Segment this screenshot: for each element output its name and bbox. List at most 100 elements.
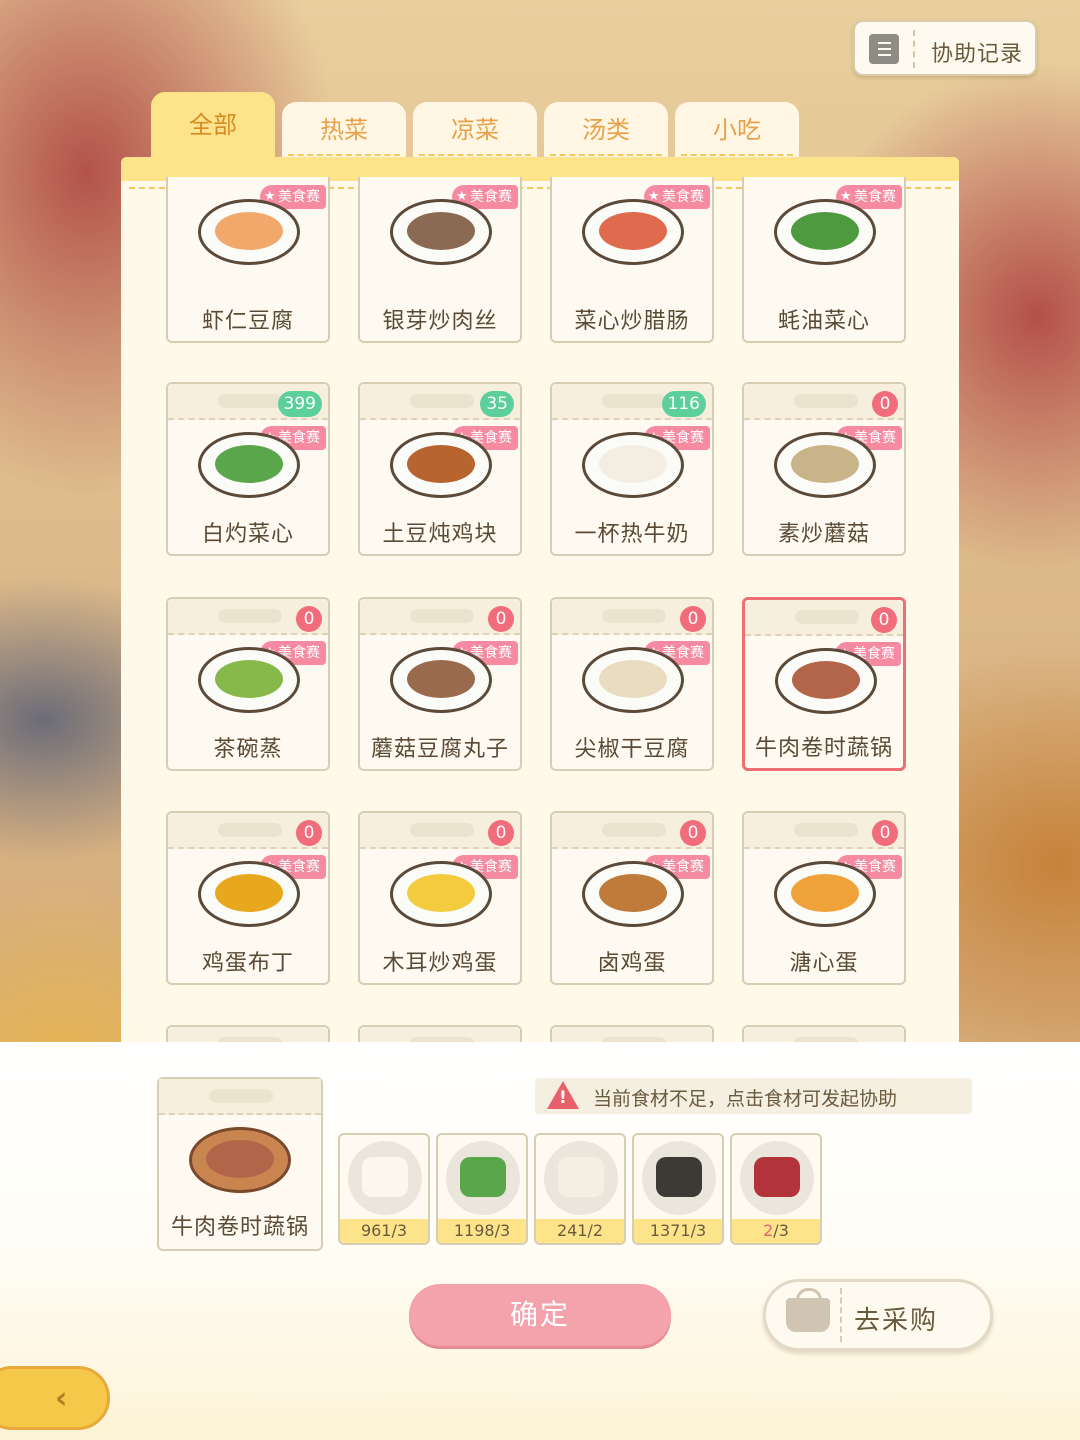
stock-count: 0: [872, 391, 898, 417]
dish-name: 溏心蛋: [789, 951, 859, 976]
dish-name: 木耳炒鸡蛋: [382, 951, 498, 976]
ingredient-slot[interactable]: 961/3: [338, 1133, 430, 1245]
dish-name: 菜心炒腊肠: [574, 309, 690, 334]
recipe-card[interactable]: ★ 美食赛 蚝油菜心: [742, 177, 906, 343]
warning-text: 当前食材不足，点击食材可发起协助: [593, 1088, 898, 1110]
dish-image: [390, 199, 492, 265]
ingredient-slot[interactable]: 1198/3: [436, 1133, 528, 1245]
tab-label: 全部: [189, 111, 237, 139]
stock-count: 0: [872, 820, 898, 846]
ingredient-quantity: 1371/3: [634, 1219, 722, 1243]
tab-snacks[interactable]: 小吃: [675, 102, 799, 158]
stock-count: 0: [488, 820, 514, 846]
dish-image: [582, 432, 684, 498]
dish-image: [390, 432, 492, 498]
stock-count: 0: [680, 606, 706, 632]
stock-count: 0: [296, 606, 322, 632]
recipe-card[interactable]: 0★美食赛卤鸡蛋: [550, 811, 714, 985]
ingredient-slot[interactable]: 241/2: [534, 1133, 626, 1245]
dish-image: [390, 861, 492, 927]
tab-soups[interactable]: 汤类: [544, 102, 668, 158]
tofu-icon: [362, 1157, 408, 1197]
recipe-card[interactable]: 116★美食赛一杯热牛奶: [550, 382, 714, 556]
recipe-card[interactable]: 0★美食赛牛肉卷时蔬锅: [742, 597, 906, 771]
card-header: 0: [744, 813, 904, 849]
tab-label: 汤类: [582, 116, 630, 144]
dish-image: [774, 861, 876, 927]
dish-name: 卤鸡蛋: [597, 951, 667, 976]
recipe-card[interactable]: 0★美食赛茶碗蒸: [166, 597, 330, 771]
selected-dish-card: 牛肉卷时蔬锅: [157, 1077, 323, 1251]
back-arrow-icon: ‹: [55, 1381, 68, 1416]
card-header: 0: [552, 599, 712, 635]
ingredient-slot[interactable]: 2/3: [730, 1133, 822, 1245]
cauliflower-icon: [558, 1157, 604, 1197]
ingredient-quantity: 241/2: [536, 1219, 624, 1243]
dish-name: 鸡蛋布丁: [201, 951, 294, 976]
card-header: 0: [552, 813, 712, 849]
card-header: 116: [552, 384, 712, 420]
recipe-card[interactable]: 0★美食赛蘑菇豆腐丸子: [358, 597, 522, 771]
dish-image: [582, 647, 684, 713]
ingredient-quantity: 1198/3: [438, 1219, 526, 1243]
selected-dish-name: 牛肉卷时蔬锅: [170, 1215, 309, 1240]
ingredient-quantity: 961/3: [340, 1219, 428, 1243]
confirm-button[interactable]: 确定: [409, 1284, 671, 1346]
recipe-card[interactable]: 0★美食赛木耳炒鸡蛋: [358, 811, 522, 985]
recipe-card[interactable]: 0★美食赛素炒蘑菇: [742, 382, 906, 556]
dish-name: 白灼菜心: [201, 522, 294, 547]
recipe-card[interactable]: ★ 美食赛 菜心炒腊肠: [550, 177, 714, 343]
card-header: 0: [744, 384, 904, 420]
tab-label: 凉菜: [451, 116, 499, 144]
dish-image: [582, 199, 684, 265]
dish-image: [774, 199, 876, 265]
stock-count: 0: [871, 607, 897, 633]
go-shopping-label: 去采购: [854, 1306, 939, 1336]
dish-name: 虾仁豆腐: [201, 309, 294, 334]
ingredient-quantity: 2/3: [732, 1219, 820, 1243]
recipe-card[interactable]: 35★美食赛土豆炖鸡块: [358, 382, 522, 556]
stock-count: 0: [680, 820, 706, 846]
go-shopping-button[interactable]: 去采购: [763, 1279, 993, 1351]
recipe-card[interactable]: ★ 美食赛 银芽炒肉丝: [358, 177, 522, 343]
tab-hot-dishes[interactable]: 热菜: [282, 102, 406, 158]
recipe-card[interactable]: 399★美食赛白灼菜心: [166, 382, 330, 556]
dish-image: [775, 648, 877, 714]
recipe-panel[interactable]: ★美食赛虾仁豆腐★美食赛银芽炒肉丝★美食赛菜心炒腊肠★美食赛蚝油菜心 399★美食…: [121, 157, 959, 1057]
recipe-card[interactable]: ★ 美食赛 虾仁豆腐: [166, 177, 330, 343]
back-button[interactable]: ‹: [0, 1366, 110, 1430]
divider: [913, 30, 915, 68]
dish-name: 素炒蘑菇: [777, 522, 870, 547]
card-header: 0: [360, 813, 520, 849]
recipe-card[interactable]: 0★美食赛鸡蛋布丁: [166, 811, 330, 985]
tab-cold-dishes[interactable]: 凉菜: [413, 102, 537, 158]
recipe-card[interactable]: 0★美食赛溏心蛋: [742, 811, 906, 985]
dish-image: [198, 647, 300, 713]
ingredient-slot[interactable]: 1371/3: [632, 1133, 724, 1245]
warning-triangle-icon: [547, 1081, 579, 1109]
stock-count: 35: [480, 391, 514, 417]
assist-record-label: 协助记录: [931, 42, 1024, 67]
notebook-icon: [869, 34, 899, 64]
dish-image: [582, 861, 684, 927]
bok-choy-icon: [460, 1157, 506, 1197]
dish-name: 蘑菇豆腐丸子: [370, 737, 509, 762]
ingredient-warning: 当前食材不足，点击食材可发起协助: [535, 1078, 972, 1114]
dish-name: 牛肉卷时蔬锅: [754, 736, 893, 761]
tab-label: 小吃: [713, 116, 761, 144]
dish-name: 茶碗蒸: [213, 737, 283, 762]
assist-record-button[interactable]: 协助记录: [853, 20, 1037, 76]
dish-name: 银芽炒肉丝: [382, 309, 498, 334]
dish-image: [198, 861, 300, 927]
card-header: 0: [168, 599, 328, 635]
recipe-card[interactable]: 0★美食赛尖椒干豆腐: [550, 597, 714, 771]
stock-count: 0: [488, 606, 514, 632]
card-header: 35: [360, 384, 520, 420]
divider: [840, 1288, 842, 1342]
dish-image: [390, 647, 492, 713]
beef-icon: [754, 1157, 800, 1197]
stock-count: 399: [277, 391, 322, 417]
wood-ear-icon: [656, 1157, 702, 1197]
dish-image: [774, 432, 876, 498]
dish-name: 一杯热牛奶: [574, 522, 690, 547]
